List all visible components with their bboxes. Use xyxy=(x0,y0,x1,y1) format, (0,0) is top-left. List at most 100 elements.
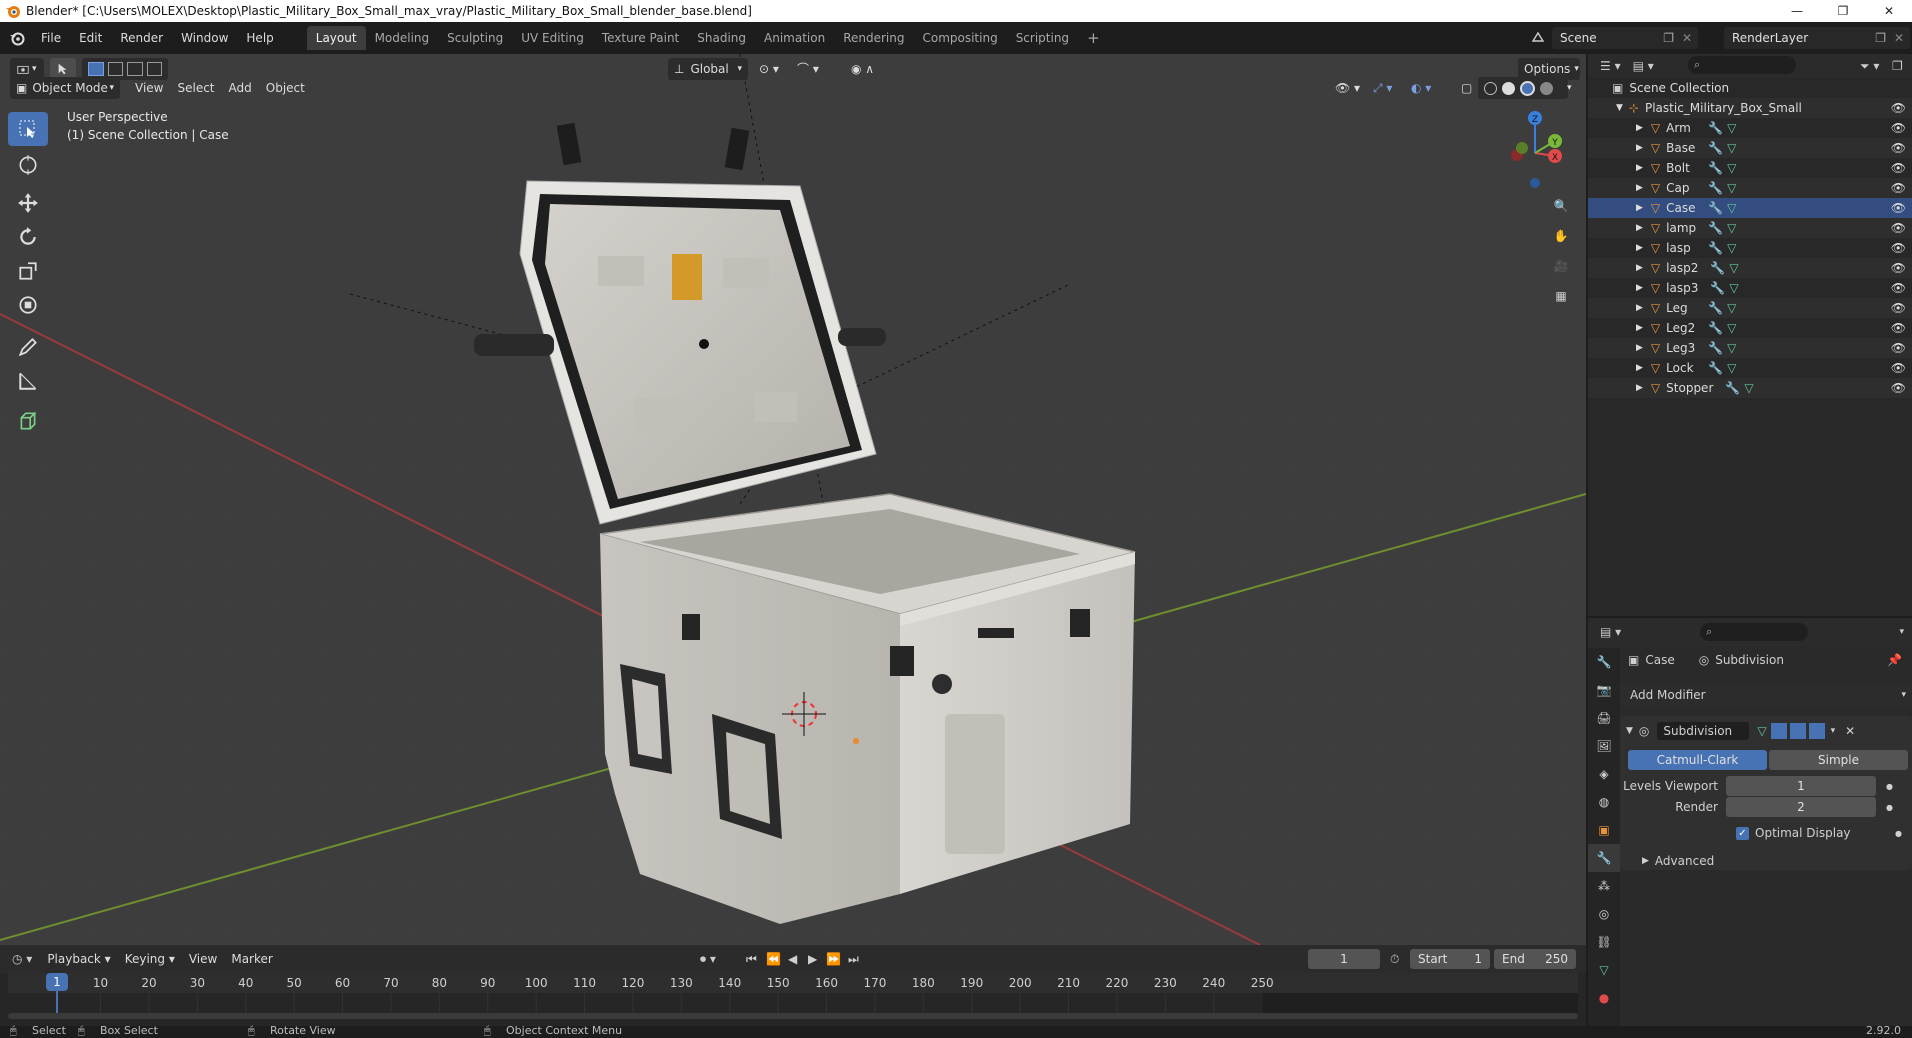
playback-menu[interactable]: Playback ▾ xyxy=(40,948,117,970)
outliner-item[interactable]: ▶ ▽ lasp2 🔧 ▽ 👁 xyxy=(1588,258,1912,278)
viewport-menu-select[interactable]: Select xyxy=(170,77,221,99)
render-levels-field[interactable]: 2 xyxy=(1726,797,1876,817)
auto-keying-icon[interactable]: ⏺ ▾ xyxy=(700,952,716,967)
visibility-icon[interactable]: 👁 ▾ xyxy=(1328,77,1367,99)
add-workspace-icon[interactable]: + xyxy=(1078,26,1109,50)
scene-selector[interactable]: Scene ❐ ✕ xyxy=(1552,27,1698,49)
tab-texture-paint[interactable]: Texture Paint xyxy=(593,26,688,50)
mesh-data-icon[interactable]: ▽ xyxy=(1727,341,1736,355)
viewport-toggle-icon[interactable] xyxy=(1789,723,1806,739)
expand-arrow-icon[interactable]: ▶ xyxy=(1636,363,1643,373)
modifier-icon[interactable]: 🔧 xyxy=(1708,201,1723,215)
mesh-data-icon[interactable]: ▽ xyxy=(1727,141,1736,155)
data-tab-icon[interactable]: ▽ xyxy=(1588,956,1620,984)
visibility-eye-icon[interactable]: 👁 xyxy=(1891,241,1906,255)
advanced-subpanel[interactable]: ▶ Advanced xyxy=(1620,851,1912,871)
tab-uv-editing[interactable]: UV Editing xyxy=(512,26,593,50)
remove-layer-icon[interactable]: ✕ xyxy=(1894,31,1904,45)
outliner-item[interactable]: ▶ ▽ Lock 🔧 ▽ 👁 xyxy=(1588,358,1912,378)
modifier-icon[interactable]: 🔧 xyxy=(1708,221,1723,235)
visibility-eye-icon[interactable]: 👁 xyxy=(1891,201,1906,215)
modifier-icon[interactable]: 🔧 xyxy=(1708,301,1723,315)
visibility-eye-icon[interactable]: 👁 xyxy=(1891,341,1906,355)
outliner-item[interactable]: ▶ ▽ lasp 🔧 ▽ 👁 xyxy=(1588,238,1912,258)
view-layer-tab-icon[interactable]: 🖼 xyxy=(1588,732,1620,760)
visibility-eye-icon[interactable]: 👁 xyxy=(1891,181,1906,195)
copy-layer-icon[interactable]: ❐ xyxy=(1875,31,1886,45)
modifier-icon[interactable]: 🔧 xyxy=(1725,381,1740,395)
xray-toggle-icon[interactable]: ▢ xyxy=(1454,77,1479,99)
timeline-scrollbar[interactable] xyxy=(8,1013,1578,1019)
physics-tab-icon[interactable]: ◎ xyxy=(1588,900,1620,928)
keyframe-dot-icon[interactable]: ● xyxy=(1886,782,1893,791)
remove-scene-icon[interactable]: ✕ xyxy=(1682,31,1692,45)
modifier-tab-icon[interactable]: 🔧 xyxy=(1588,844,1620,872)
mesh-data-icon[interactable]: ▽ xyxy=(1727,321,1736,335)
outliner-item[interactable]: ▶ ▽ Arm 🔧 ▽ 👁 xyxy=(1588,118,1912,138)
rendered-shading-icon[interactable] xyxy=(1540,81,1553,95)
outliner-item[interactable]: ▶ ▽ Base 🔧 ▽ 👁 xyxy=(1588,138,1912,158)
mesh-data-icon[interactable]: ▽ xyxy=(1727,241,1736,255)
expand-arrow-icon[interactable]: ▶ xyxy=(1636,303,1643,313)
viewport-menu-object[interactable]: Object xyxy=(259,77,312,99)
properties-search-input[interactable]: ⌕ xyxy=(1700,623,1808,641)
world-tab-icon[interactable]: ◍ xyxy=(1588,788,1620,816)
tab-animation[interactable]: Animation xyxy=(755,26,834,50)
mesh-data-icon[interactable]: ▽ xyxy=(1727,221,1736,235)
mesh-data-icon[interactable]: ▽ xyxy=(1729,281,1738,295)
cursor-tool[interactable] xyxy=(8,148,48,182)
visibility-eye-icon[interactable]: 👁 xyxy=(1891,361,1906,375)
expand-arrow-icon[interactable]: ▶ xyxy=(1636,243,1643,253)
transform-tool[interactable] xyxy=(8,288,48,322)
menu-render[interactable]: Render xyxy=(111,27,172,49)
mesh-data-icon[interactable]: ▽ xyxy=(1727,301,1736,315)
gizmo-toggle-icon[interactable]: ⤢ ▾ xyxy=(1366,77,1399,99)
select-extend-icon[interactable] xyxy=(107,62,123,76)
menu-edit[interactable]: Edit xyxy=(70,27,111,49)
keyframe-dot-icon[interactable]: ● xyxy=(1895,829,1902,838)
visibility-eye-icon[interactable]: 👁 xyxy=(1891,101,1906,115)
copy-scene-icon[interactable]: ❐ xyxy=(1663,31,1674,45)
mesh-data-icon[interactable]: ▽ xyxy=(1744,381,1753,395)
properties-editor-icon[interactable]: ▤ ▾ xyxy=(1600,625,1621,639)
minimize-button[interactable]: — xyxy=(1774,0,1820,22)
annotate-tool[interactable] xyxy=(8,330,48,364)
zoom-view-icon[interactable]: 🔍 xyxy=(1548,193,1574,219)
expand-arrow-icon[interactable]: ▶ xyxy=(1636,123,1643,133)
modifier-icon[interactable]: 🔧 xyxy=(1708,141,1723,155)
play-reverse-icon[interactable]: ◀ xyxy=(788,952,797,966)
outliner-item[interactable]: ▶ ▽ Stopper 🔧 ▽ 👁 xyxy=(1588,378,1912,398)
modifier-icon[interactable]: 🔧 xyxy=(1708,341,1723,355)
outliner-item[interactable]: ▶ ▽ lasp3 🔧 ▽ 👁 xyxy=(1588,278,1912,298)
simple-button[interactable]: Simple xyxy=(1769,750,1908,770)
move-tool[interactable] xyxy=(8,186,48,220)
visibility-eye-icon[interactable]: 👁 xyxy=(1891,321,1906,335)
scale-tool[interactable] xyxy=(8,254,48,288)
camera-view-icon[interactable]: 🎥 xyxy=(1548,253,1574,279)
modifier-icon[interactable]: 🔧 xyxy=(1710,281,1725,295)
material-tab-icon[interactable]: ● xyxy=(1588,984,1620,1012)
mesh-data-icon[interactable]: ▽ xyxy=(1727,201,1736,215)
viewport-menu-view[interactable]: View xyxy=(128,77,170,99)
visibility-eye-icon[interactable]: 👁 xyxy=(1891,301,1906,315)
rotate-tool[interactable] xyxy=(8,220,48,254)
tab-scripting[interactable]: Scripting xyxy=(1007,26,1078,50)
output-tab-icon[interactable]: 🖨 xyxy=(1588,704,1620,732)
scene-tab-icon[interactable]: ◈ xyxy=(1588,760,1620,788)
timeline-editor-icon[interactable]: ◷ ▾ xyxy=(12,952,32,966)
expand-arrow-icon[interactable]: ▶ xyxy=(1636,283,1643,293)
constraints-tab-icon[interactable]: ⛓ xyxy=(1588,928,1620,956)
current-frame-field[interactable]: 1 xyxy=(1308,949,1380,969)
expand-arrow-icon[interactable]: ▶ xyxy=(1636,143,1643,153)
viewport-menu-add[interactable]: Add xyxy=(222,77,259,99)
navigation-gizmo[interactable]: Z X Y xyxy=(1490,108,1580,198)
tool-tab-icon[interactable]: 🔧 xyxy=(1588,648,1620,676)
tab-modeling[interactable]: Modeling xyxy=(366,26,439,50)
select-box-tool[interactable] xyxy=(8,112,48,146)
restore-button[interactable]: ❐ xyxy=(1820,0,1866,22)
end-frame-field[interactable]: End 250 xyxy=(1494,949,1576,969)
visibility-eye-icon[interactable]: 👁 xyxy=(1891,121,1906,135)
visibility-eye-icon[interactable]: 👁 xyxy=(1891,141,1906,155)
play-icon[interactable]: ▶ xyxy=(808,952,817,966)
modifier-icon[interactable]: 🔧 xyxy=(1708,321,1723,335)
